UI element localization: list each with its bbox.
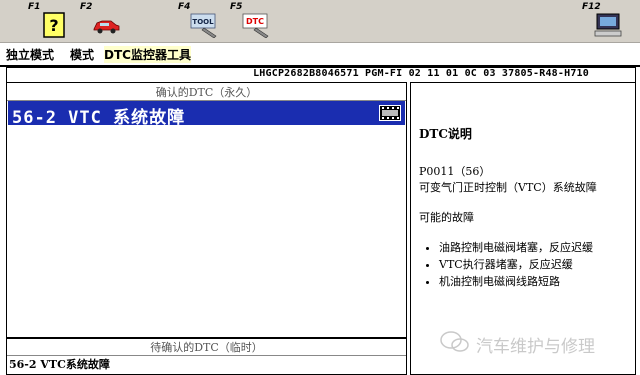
computer-icon bbox=[594, 13, 622, 37]
f4-tool-button[interactable]: F4 TOOL bbox=[178, 2, 222, 40]
toolbar: F1 ? F2 F4 TOOL F5 DTC F12 bbox=[0, 0, 640, 43]
tool-icon: TOOL bbox=[190, 13, 217, 38]
freeze-frame-icon[interactable] bbox=[379, 105, 401, 121]
possible-cause-item: 机油控制电磁阀线路短路 bbox=[439, 273, 593, 289]
menu-mode[interactable]: 模式 bbox=[70, 46, 94, 63]
svg-text:TOOL: TOOL bbox=[192, 18, 214, 26]
f2-vehicle-button[interactable]: F2 bbox=[80, 2, 124, 40]
svg-text:DTC: DTC bbox=[246, 17, 264, 26]
dtc-description-title: DTC说明 bbox=[419, 127, 472, 141]
dtc-icon: DTC bbox=[242, 13, 269, 38]
f2-label: F2 bbox=[80, 2, 93, 12]
f5-label: F5 bbox=[230, 2, 243, 12]
dtc-code: P0011（56） bbox=[419, 165, 491, 178]
dtc-description: 可变气门正时控制（VTC）系统故障 bbox=[419, 181, 597, 194]
f4-label: F4 bbox=[178, 2, 191, 12]
confirmed-dtc-text: 56-2 VTC 系统故障 bbox=[12, 108, 186, 128]
confirmed-dtc-caption: 确认的DTC（永久） bbox=[7, 84, 406, 101]
vehicle-info-text: LHGCP2682B8046571 PGM-FI 02 11 01 0C 03 … bbox=[253, 68, 589, 79]
svg-text:?: ? bbox=[49, 16, 58, 35]
f5-dtc-button[interactable]: F5 DTC bbox=[230, 2, 274, 40]
possible-causes-list: 油路控制电磁阀堵塞，反应迟缓 VTC执行器堵塞，反应迟缓 机油控制电磁阀线路短路 bbox=[425, 239, 593, 290]
f1-help-button[interactable]: F1 ? bbox=[28, 2, 72, 40]
wechat-icon bbox=[440, 331, 469, 352]
dtc-list-panel: 确认的DTC（永久） 56-2 VTC 系统故障 待确认的DTC（临时） 56-… bbox=[6, 82, 407, 375]
help-icon: ? bbox=[43, 12, 65, 38]
menu-standalone-mode[interactable]: 独立模式 bbox=[6, 46, 54, 63]
menu-dtc-monitor-tool[interactable]: DTC监控器工具 bbox=[104, 46, 191, 63]
watermark-text: 汽车维护与修理 bbox=[476, 337, 595, 357]
f12-computer-button[interactable]: F12 bbox=[582, 2, 626, 40]
car-icon bbox=[93, 20, 120, 34]
possible-cause-item: VTC执行器堵塞，反应迟缓 bbox=[439, 256, 593, 272]
f1-label: F1 bbox=[28, 2, 41, 12]
pending-dtc-caption: 待确认的DTC（临时） bbox=[7, 337, 406, 356]
pending-dtc-row[interactable]: 56-2 VTC系统故障 bbox=[9, 356, 110, 372]
mode-menu-bar: 独立模式 模式 DTC监控器工具 bbox=[0, 43, 640, 67]
possible-cause-item: 油路控制电磁阀堵塞，反应迟缓 bbox=[439, 239, 593, 255]
confirmed-dtc-row[interactable]: 56-2 VTC 系统故障 bbox=[8, 101, 405, 128]
f12-label: F12 bbox=[582, 2, 601, 12]
vehicle-info-bar: LHGCP2682B8046571 PGM-FI 02 11 01 0C 03 … bbox=[6, 67, 636, 82]
possible-causes-heading: 可能的故障 bbox=[419, 211, 474, 224]
